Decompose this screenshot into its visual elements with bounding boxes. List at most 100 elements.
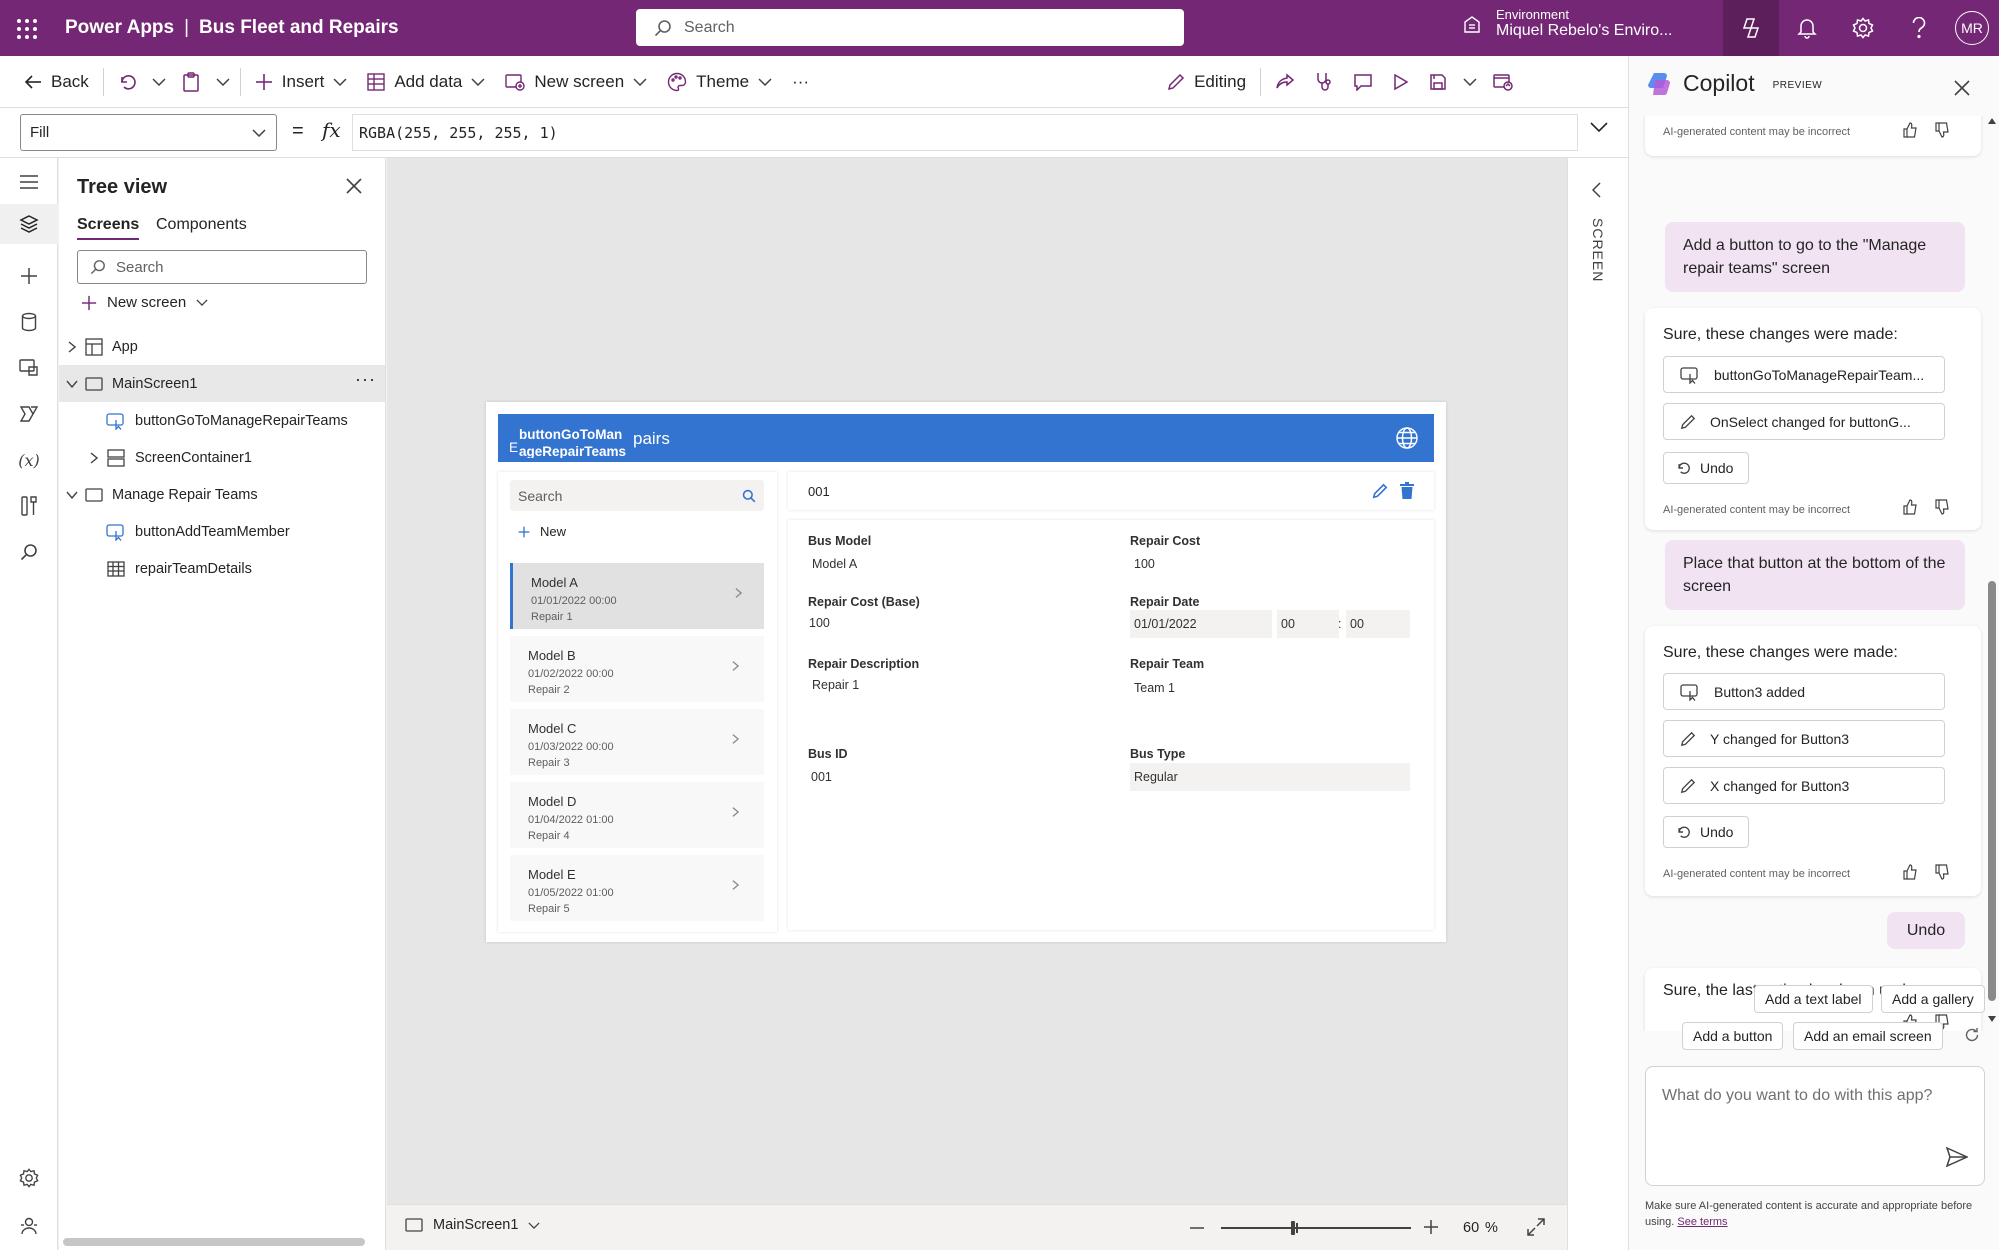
copilot-thread[interactable]: AI-generated content may be incorrect Ad… [1629,116,1985,1031]
tree-item-manage-repair-teams[interactable]: Manage Repair Teams [59,476,385,513]
preview-button[interactable] [1383,62,1419,102]
thumbs-up-icon[interactable] [1903,122,1917,138]
hamburger-icon[interactable] [15,168,43,196]
save-button[interactable] [1419,62,1457,102]
expand-formula-icon[interactable] [1590,122,1608,132]
product-name[interactable]: Power Apps [65,17,174,38]
chevron-down-icon[interactable] [65,377,79,391]
change-item[interactable]: Button3 added [1663,673,1945,710]
copilot-toggle-icon[interactable] [1723,0,1779,56]
list-item[interactable]: Model A 01/01/2022 00:00 Repair 1 [510,563,764,629]
share-button[interactable] [1265,62,1305,102]
app-launcher-icon[interactable] [14,16,40,42]
media-icon[interactable] [15,354,43,382]
more-options-button[interactable]: ··· [355,369,376,390]
global-search[interactable]: Search [636,9,1184,46]
insert-button[interactable]: Insert [245,62,358,102]
tree-item-app[interactable]: App [59,328,385,365]
tree-item-screencontainer1[interactable]: ScreenContainer1 [59,439,385,476]
app-checker-button[interactable] [1305,62,1343,102]
field-repair-cost-base[interactable]: 100 [805,609,1085,637]
zoom-in-icon[interactable] [1424,1220,1438,1234]
undo-button[interactable]: Undo [1663,452,1749,484]
field-repair-date[interactable]: 01/01/2022 [1130,610,1272,638]
thumbs-down-icon[interactable] [1935,122,1949,138]
virtual-agent-icon[interactable] [15,1212,43,1240]
paste-button[interactable] [172,62,210,102]
scroll-up-icon[interactable] [1988,118,1996,124]
thumbs-down-icon[interactable] [1935,864,1949,880]
undo-dropdown-button[interactable] [146,62,172,102]
tree-item-mainscreen1[interactable]: MainScreen1 ··· [59,365,385,402]
undo-button[interactable] [108,62,146,102]
copilot-scrollbar-thumb[interactable] [1988,581,1996,1001]
environment-picker[interactable]: Environment Miquel Rebelo's Enviro... [1462,7,1672,40]
change-item[interactable]: OnSelect changed for buttonG... [1663,403,1945,440]
field-repair-hour[interactable]: 00 [1277,610,1339,638]
tree-new-screen-button[interactable]: New screen [81,294,208,311]
change-item[interactable]: buttonGoToManageRepairTeam... [1663,356,1945,393]
list-item[interactable]: Model B 01/02/2022 00:00 Repair 2 [510,636,764,702]
power-automate-icon[interactable] [15,400,43,428]
bell-icon[interactable] [1779,0,1835,56]
back-button[interactable]: Back [14,62,99,102]
field-bus-model[interactable]: Model A [808,550,1088,578]
new-screen-button[interactable]: New screen [495,62,657,102]
field-repair-team[interactable]: Team 1 [1130,674,1410,702]
list-item[interactable]: Model C 01/03/2022 00:00 Repair 3 [510,709,764,775]
change-item[interactable]: X changed for Button3 [1663,767,1945,804]
tree-item-buttongotomanagerepairteams[interactable]: buttonGoToManageRepairTeams [59,402,385,439]
copilot-prompt-input[interactable]: What do you want to do with this app? [1645,1066,1985,1186]
database-icon[interactable] [15,308,43,336]
field-repair-description[interactable]: Repair 1 [808,671,1088,699]
tab-screens[interactable]: Screens [77,216,140,240]
search-icon[interactable] [15,538,43,566]
advanced-tools-icon[interactable] [15,492,43,520]
tree-search-input[interactable]: Search [77,250,367,284]
suggestion-add-email-screen[interactable]: Add an email screen [1793,1022,1943,1050]
chevron-left-icon[interactable] [1592,182,1601,198]
variables-icon[interactable]: (x) [15,446,43,474]
new-record-button[interactable]: New [518,524,566,539]
copilot-scrollbar[interactable] [1985,116,1999,1031]
save-dropdown-button[interactable] [1457,62,1483,102]
paste-dropdown-button[interactable] [210,62,236,102]
list-item[interactable]: Model D 01/04/2022 01:00 Repair 4 [510,782,764,848]
thumbs-up-icon[interactable] [1903,864,1917,880]
app-screen-preview[interactable]: E buttonGoToMan ageRepairTeams pairs Sea… [486,402,1446,942]
field-bus-type[interactable]: Regular [1130,763,1410,791]
list-search-input[interactable]: Search [510,480,764,511]
field-bus-id[interactable]: 001 [807,763,1087,791]
field-repair-minute[interactable]: 00 [1346,610,1410,638]
app-header[interactable]: E buttonGoToMan ageRepairTeams pairs [498,414,1434,462]
tree-item-repairteamdetails[interactable]: repairTeamDetails [59,550,385,587]
more-commands-button[interactable]: ··· [782,62,819,102]
list-item[interactable]: Model E 01/05/2022 01:00 Repair 5 [510,855,764,921]
suggestion-add-gallery[interactable]: Add a gallery [1881,985,1985,1013]
help-icon[interactable] [1891,0,1947,56]
editing-button[interactable]: Editing [1157,62,1256,102]
formula-input[interactable]: RGBA(255, 255, 255, 1) [352,114,1578,151]
gear-icon[interactable] [1835,0,1891,56]
publish-button[interactable] [1483,62,1523,102]
comments-button[interactable] [1343,62,1383,102]
chevron-right-icon[interactable] [87,451,101,465]
tab-components[interactable]: Components [156,216,247,238]
undo-button[interactable]: Undo [1663,816,1749,848]
see-terms-link[interactable]: See terms [1677,1216,1727,1228]
fit-to-window-icon[interactable] [1527,1218,1545,1236]
zoom-out-icon[interactable] [1190,1227,1204,1229]
close-icon[interactable] [346,178,362,194]
zoom-slider-thumb[interactable] [1291,1221,1295,1235]
thumbs-down-icon[interactable] [1935,499,1949,515]
globe-icon[interactable] [1395,426,1419,450]
zoom-slider[interactable] [1221,1219,1411,1237]
suggestion-add-text-label[interactable]: Add a text label [1754,985,1873,1013]
close-icon[interactable] [1954,80,1970,96]
button-go-to-manage-repair-teams[interactable]: E buttonGoToMan ageRepairTeams [508,426,628,458]
scroll-down-icon[interactable] [1988,1016,1996,1022]
chevron-right-icon[interactable] [65,340,79,354]
tree-view-icon[interactable] [0,204,58,244]
add-data-button[interactable]: Add data [357,62,495,102]
property-dropdown[interactable]: Fill [20,114,277,151]
